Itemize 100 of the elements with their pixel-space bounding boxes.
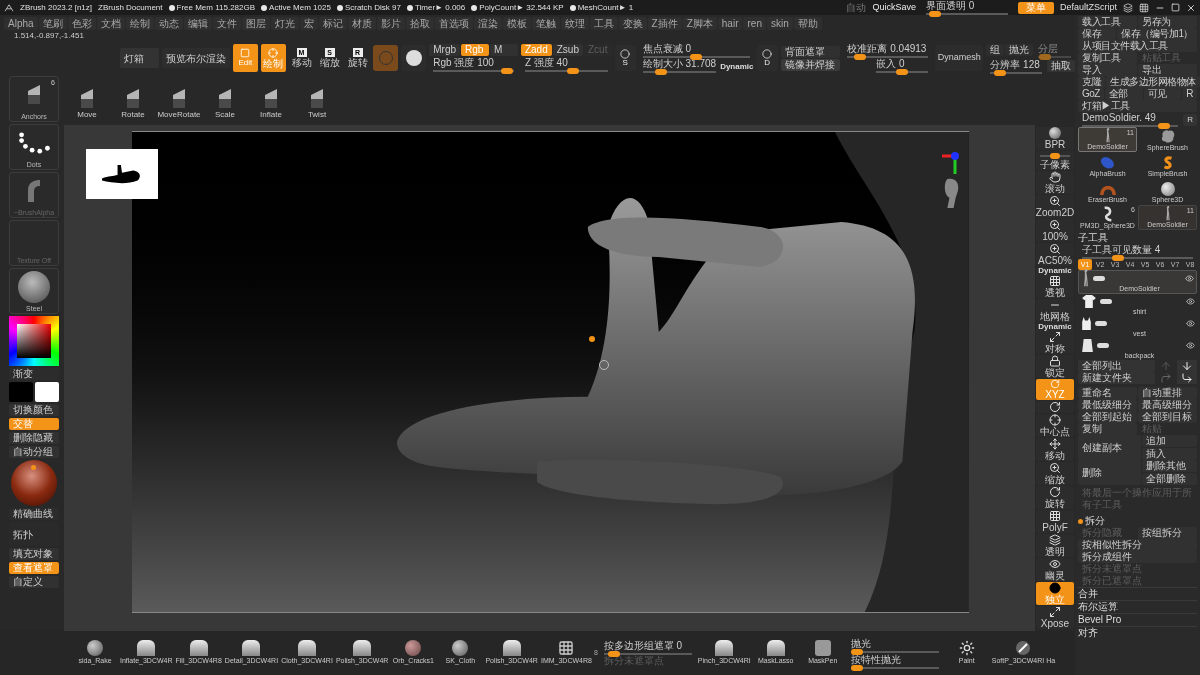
duplicate-button[interactable]: 创建副本 <box>1078 435 1141 460</box>
tool-button[interactable]: 可见 <box>1143 88 1182 100</box>
eye-icon[interactable] <box>1186 296 1195 306</box>
menu-item[interactable]: 宏 <box>299 16 318 30</box>
menu-item[interactable]: 帮助 <box>793 16 822 30</box>
brush-shelf-item[interactable]: Move <box>64 89 110 121</box>
stroke-button[interactable]: S <box>614 45 636 71</box>
tool-button[interactable]: 全部到起始 <box>1078 411 1137 423</box>
view-tool-button[interactable]: 透明 <box>1036 534 1074 557</box>
curve-button[interactable]: 精确曲线 <box>9 508 59 520</box>
menu-item[interactable]: Z插件 <box>647 16 682 30</box>
tool-button[interactable]: 自动重排 <box>1138 387 1197 399</box>
restore-icon[interactable] <box>1171 3 1180 12</box>
brush-shelf-item[interactable]: Scale <box>202 89 248 121</box>
slider-thumb[interactable] <box>690 54 703 60</box>
grid-icon[interactable] <box>1139 2 1149 13</box>
tool-button[interactable]: 克隆 <box>1078 76 1105 88</box>
menu-item[interactable]: Z脚本 <box>682 16 717 30</box>
menu-item[interactable]: 工具 <box>589 16 618 30</box>
view-tool-button[interactable]: 100% <box>1036 219 1074 242</box>
slider-thumb[interactable] <box>1111 255 1124 261</box>
view-tool-button[interactable]: 移动 <box>1036 438 1074 461</box>
toggle-icon[interactable] <box>1095 320 1107 326</box>
menu-item[interactable]: 模板 <box>502 16 531 30</box>
view-tool-button[interactable]: AC50% <box>1036 243 1074 266</box>
mask-slider[interactable]: 按多边形组遮罩 0 <box>599 639 696 655</box>
visible-count-slider[interactable]: 子工具可见数量 4 <box>1078 244 1197 259</box>
sphere-mode-icon[interactable] <box>401 45 427 71</box>
menu-item[interactable]: 灯光 <box>270 16 299 30</box>
tool-button[interactable]: 复制工具 <box>1078 52 1137 64</box>
menu-item[interactable]: 渲染 <box>473 16 502 30</box>
tool-button[interactable]: 载入工具 <box>1078 16 1137 28</box>
menu-item[interactable]: Alpha <box>4 16 38 30</box>
menu-item[interactable]: 色彩 <box>67 16 96 30</box>
slider-thumb[interactable] <box>994 69 1007 76</box>
menu-item[interactable]: 纹理 <box>560 16 589 30</box>
subtool-header[interactable]: 子工具 <box>1078 232 1197 244</box>
menu-item[interactable]: 首选项 <box>434 16 473 30</box>
z-mode-button[interactable]: Zsub <box>552 44 583 56</box>
view-tool-button[interactable]: Zoom2D <box>1036 195 1074 218</box>
split-header[interactable]: 拆分 <box>1085 515 1105 527</box>
view-tool-button[interactable]: PolyF <box>1036 510 1074 533</box>
quicksave-button[interactable]: QuickSave <box>872 0 916 15</box>
project-button[interactable]: 抽取 <box>1047 60 1075 72</box>
rgb-intensity-slider[interactable]: Rgb 强度 100 <box>429 57 518 72</box>
draw-size-slider[interactable]: 绘制大小 31.708 <box>638 58 721 73</box>
list-all-button[interactable]: 全部列出 <box>1078 360 1155 372</box>
tool-button[interactable]: 全部到目标 <box>1138 411 1197 423</box>
menu-item[interactable]: 图层 <box>241 16 270 30</box>
secondary-color-swatch[interactable] <box>35 382 59 402</box>
tool-button[interactable]: 保存（编号加1） <box>1117 28 1197 40</box>
arrow-down-icon[interactable] <box>1177 360 1197 372</box>
tool-button[interactable]: 复制 <box>1078 423 1137 435</box>
menu-item[interactable]: ren <box>743 16 766 30</box>
menu-item[interactable]: 材质 <box>347 16 376 30</box>
view-tool-button[interactable]: 幽灵 <box>1036 558 1074 581</box>
slider-thumb[interactable] <box>850 664 863 671</box>
color-picker[interactable] <box>9 316 59 366</box>
view-tool-button[interactable] <box>1036 401 1074 413</box>
option-button[interactable]: 删除其他 <box>1142 460 1197 472</box>
navigation-thumbnail[interactable] <box>86 149 158 199</box>
tool-button[interactable]: 最高级细分 <box>1138 399 1197 411</box>
polish-slider[interactable]: 抛光 <box>846 637 943 653</box>
view-tool-button[interactable]: Dynamic 对称 <box>1036 323 1074 354</box>
polish-slider[interactable]: 按特性抛光 <box>846 653 943 669</box>
backface-mask-button[interactable]: 背面遮罩 <box>780 45 841 58</box>
focal-shift-slider[interactable]: 焦点衰减 0 <box>638 43 754 58</box>
deformation-button[interactable]: D <box>756 45 778 71</box>
eye-icon[interactable] <box>1186 318 1195 328</box>
option-button[interactable]: 插入 <box>1142 448 1197 460</box>
view-tool-button[interactable]: 锁定 <box>1036 355 1074 378</box>
brush-shelf-item[interactable]: Rotate <box>110 89 156 121</box>
option-button[interactable]: 追加 <box>1142 435 1197 447</box>
color-mode-button[interactable]: M <box>490 44 518 56</box>
section-header[interactable]: 合并 <box>1078 587 1197 600</box>
section-header[interactable]: 对齐 <box>1078 626 1197 639</box>
tool-button[interactable]: 自定义 <box>9 576 59 588</box>
blur-slider[interactable]: 分层 <box>1034 42 1075 58</box>
primary-color-swatch[interactable] <box>9 382 33 402</box>
slider-thumb[interactable] <box>896 69 909 75</box>
view-tool-button[interactable]: Xpose <box>1036 606 1074 629</box>
slider-thumb[interactable] <box>567 68 580 74</box>
menu-item[interactable]: 动态 <box>154 16 183 30</box>
menu-item[interactable]: 影片 <box>376 16 405 30</box>
menu-item[interactable]: 变换 <box>618 16 647 30</box>
mirror-weld-button[interactable]: 镜像并焊接 <box>780 58 841 71</box>
calibration-slider[interactable]: 校准距离 0.04913 <box>843 43 933 58</box>
menu-item[interactable]: 拾取 <box>405 16 434 30</box>
bool-preview-button[interactable]: 预览布尔渲染 <box>161 48 230 68</box>
dynamesh-button[interactable]: Dynamesh <box>935 45 984 71</box>
tool-button[interactable]: GoZ <box>1078 88 1104 100</box>
tool-button[interactable]: 填充对象 <box>9 548 59 560</box>
layout-icon[interactable] <box>1123 2 1133 13</box>
tool-button[interactable]: 删除隐藏 <box>9 432 59 444</box>
tool-button[interactable]: 按组拆分 <box>1138 527 1197 539</box>
tool-button[interactable]: 保存 <box>1078 28 1117 40</box>
view-tool-button[interactable]: 缩放 <box>1036 462 1074 485</box>
resolution-slider[interactable]: 分辨率 128 <box>986 58 1046 74</box>
embed-slider[interactable]: 嵌入 0 <box>872 58 933 73</box>
menu-item[interactable]: 文件 <box>212 16 241 30</box>
